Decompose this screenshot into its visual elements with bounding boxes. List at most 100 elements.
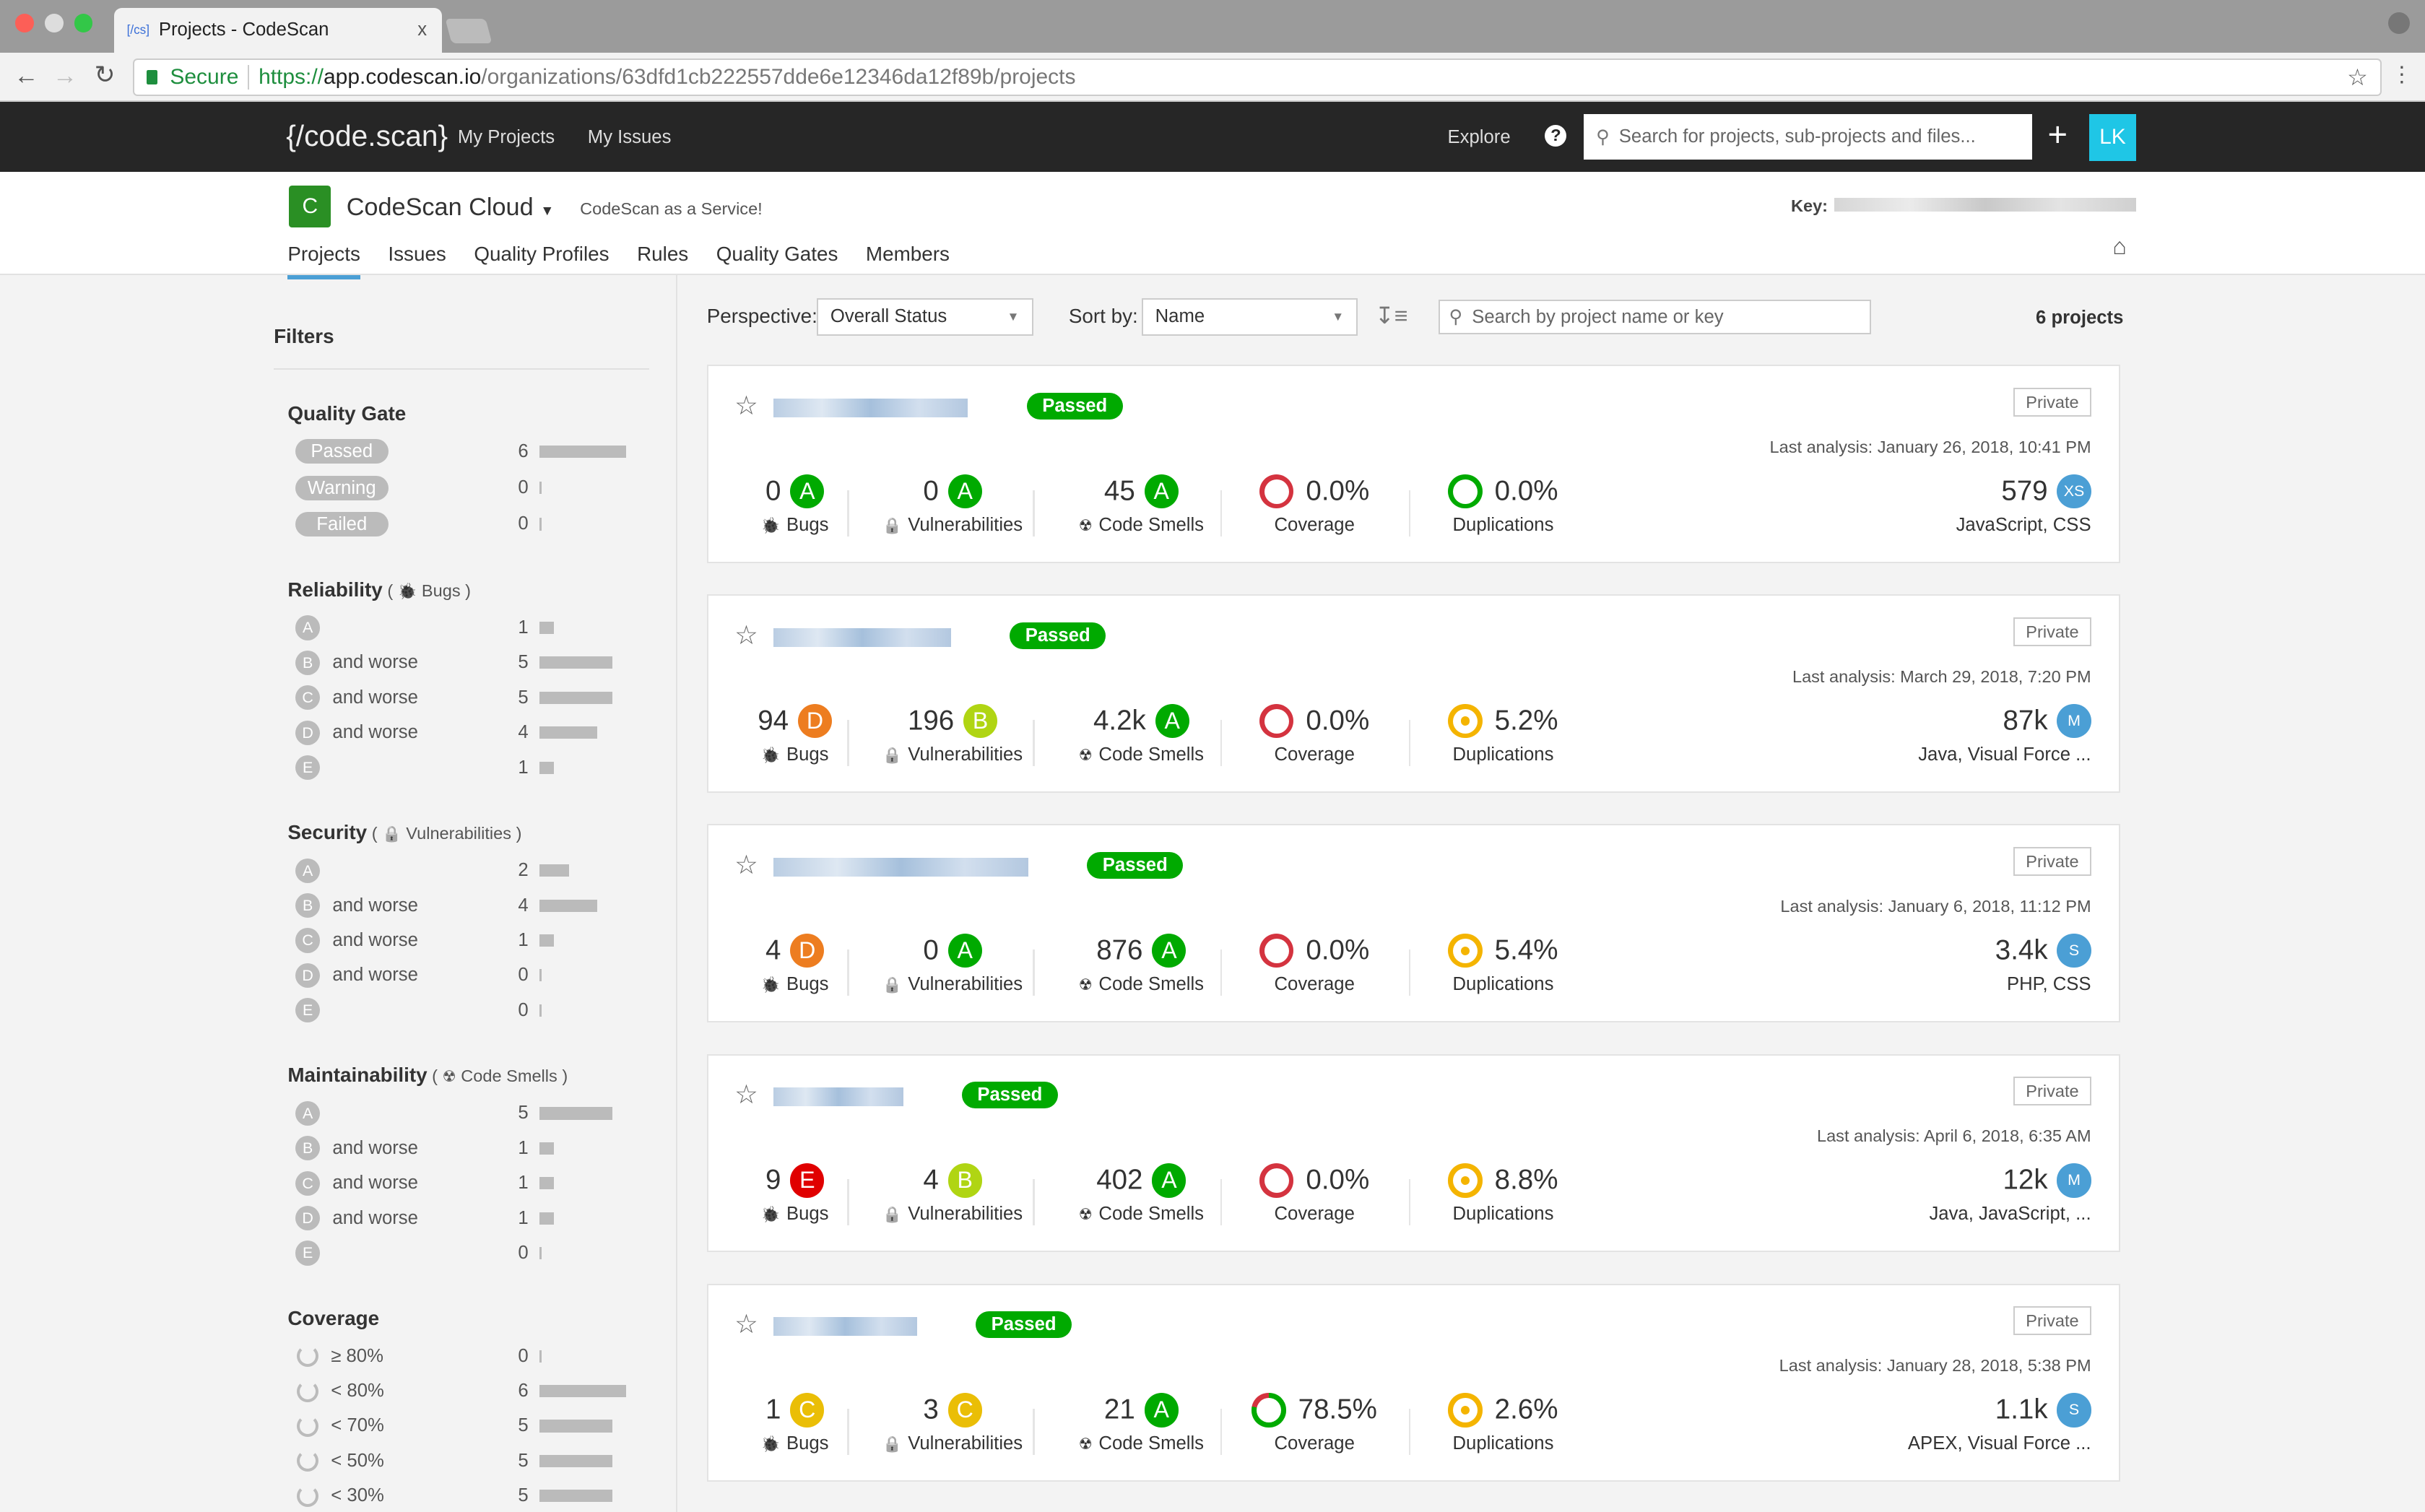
menu-rules[interactable]: Rules <box>637 243 688 279</box>
browser-menu-icon[interactable]: ⋮ <box>2391 62 2413 87</box>
filter-option-reliability-3[interactable]: Dand worse 4 <box>295 717 651 748</box>
filter-option-reliability-0[interactable]: A1 <box>295 612 651 643</box>
favorite-star-icon[interactable]: ☆ <box>734 620 758 651</box>
filter-option-security-3[interactable]: Dand worse 0 <box>295 960 651 991</box>
browser-tab[interactable]: [/cs] Projects - CodeScan x <box>114 7 443 53</box>
filter-option-coverage-0[interactable]: ≥ 80% 0 <box>295 1341 651 1372</box>
bugs-count: 9 <box>765 1164 781 1196</box>
profile-icon[interactable] <box>2387 12 2410 35</box>
vulns-metric[interactable]: 3 C 🔒 Vulnerabilities <box>860 1393 1046 1454</box>
menu-projects[interactable]: Projects <box>287 243 360 280</box>
project-name-link-redacted[interactable] <box>773 628 951 648</box>
close-window-button[interactable] <box>15 14 35 32</box>
metric-label: Vulnerabilities <box>908 1433 1023 1454</box>
menu-issues[interactable]: Issues <box>388 243 446 279</box>
divider <box>1033 490 1035 536</box>
create-plus-button[interactable]: + <box>2047 114 2068 154</box>
nav-explore[interactable]: Explore <box>1448 127 1511 148</box>
favorite-star-icon[interactable]: ☆ <box>734 390 758 421</box>
search-icon: ⚲ <box>1596 126 1610 147</box>
menu-members[interactable]: Members <box>866 243 950 279</box>
perspective-select[interactable]: Overall Status ▼ <box>816 298 1033 336</box>
languages: PHP, CSS <box>2006 974 2091 995</box>
nav-my-issues[interactable]: My Issues <box>588 127 672 148</box>
coverage-ring-icon <box>297 1485 319 1507</box>
smells-metric[interactable]: 4.2k A ☢ Code Smells <box>1049 704 1234 765</box>
coverage-metric[interactable]: 0.0% Coverage <box>1222 474 1407 536</box>
vulns-icon: 🔒 <box>882 1435 902 1454</box>
vulns-metric[interactable]: 0 A 🔒 Vulnerabilities <box>860 474 1046 536</box>
filter-option-reliability-4[interactable]: E1 <box>295 752 651 783</box>
filter-option-security-4[interactable]: E0 <box>295 995 651 1026</box>
filter-option-quality_gate-2[interactable]: Failed 0 <box>295 509 651 540</box>
metric-value-row: 0.0% <box>1410 474 1596 509</box>
project-name-link-redacted[interactable] <box>773 858 1028 877</box>
project-name-link-redacted[interactable] <box>773 1087 903 1107</box>
url-bar[interactable]: Secure https://app.codescan.io/organizat… <box>133 58 2382 96</box>
filter-option-coverage-3[interactable]: < 50% 5 <box>295 1446 651 1477</box>
tab-close-icon[interactable]: x <box>417 19 427 40</box>
coverage-metric[interactable]: 0.0% Coverage <box>1222 704 1407 765</box>
bookmark-star-icon[interactable]: ☆ <box>2347 64 2368 91</box>
filter-option-maintainability-3[interactable]: Dand worse 1 <box>295 1203 651 1234</box>
project-name-link-redacted[interactable] <box>773 399 968 418</box>
reload-icon[interactable]: ↻ <box>95 61 116 90</box>
global-search-input[interactable]: ⚲ Search for projects, sub-projects and f… <box>1583 114 2033 160</box>
codescan-logo[interactable]: {/code.scan} <box>286 119 448 153</box>
forward-icon[interactable]: → <box>53 62 77 90</box>
filter-option-security-2[interactable]: Cand worse 1 <box>295 925 651 956</box>
back-icon[interactable]: ← <box>14 62 38 90</box>
sort-label: Sort by: <box>1068 304 1138 327</box>
sort-direction-icon[interactable]: ↧≡ <box>1375 302 1408 329</box>
filter-option-maintainability-4[interactable]: E0 <box>295 1238 651 1269</box>
sort-select[interactable]: Name ▼ <box>1141 298 1358 336</box>
filter-option-quality_gate-0[interactable]: Passed 6 <box>295 436 651 467</box>
filter-option-coverage-2[interactable]: < 70% 5 <box>295 1411 651 1442</box>
smells-metric[interactable]: 876 A ☢ Code Smells <box>1049 934 1234 995</box>
favorite-star-icon[interactable]: ☆ <box>734 1079 758 1110</box>
new-tab-button[interactable] <box>445 18 493 43</box>
favorite-star-icon[interactable]: ☆ <box>734 849 758 880</box>
filter-title: Coverage <box>287 1306 380 1329</box>
vulns-metric[interactable]: 4 B 🔒 Vulnerabilities <box>860 1163 1046 1225</box>
filter-option-coverage-4[interactable]: < 30% 5 <box>295 1480 651 1511</box>
dup-metric[interactable]: 2.6% Duplications <box>1410 1393 1596 1454</box>
favorite-star-icon[interactable]: ☆ <box>734 1308 758 1339</box>
coverage-metric[interactable]: 0.0% Coverage <box>1222 934 1407 995</box>
smells-metric[interactable]: 402 A ☢ Code Smells <box>1049 1163 1234 1225</box>
menu-quality-profiles[interactable]: Quality Profiles <box>474 243 609 279</box>
filter-option-security-1[interactable]: Band worse 4 <box>295 890 651 921</box>
vulns-metric[interactable]: 0 A 🔒 Vulnerabilities <box>860 934 1046 995</box>
filter-option-reliability-2[interactable]: Cand worse 5 <box>295 682 651 713</box>
filter-option-maintainability-0[interactable]: A5 <box>295 1098 651 1129</box>
bugs-icon: 🐞 <box>760 516 781 534</box>
smells-metric[interactable]: 45 A ☢ Code Smells <box>1049 474 1234 536</box>
size-badge: S <box>2057 934 2091 968</box>
dup-value: 2.6% <box>1494 1394 1558 1425</box>
filter-option-coverage-1[interactable]: < 80% 6 <box>295 1376 651 1407</box>
dup-metric[interactable]: 5.4% Duplications <box>1410 934 1596 995</box>
lines-of-code: 12k <box>2003 1164 2048 1196</box>
coverage-metric[interactable]: 78.5% Coverage <box>1222 1393 1407 1454</box>
filter-option-maintainability-2[interactable]: Cand worse 1 <box>295 1168 651 1199</box>
menu-quality-gates[interactable]: Quality Gates <box>716 243 838 279</box>
vulns-metric[interactable]: 196 B 🔒 Vulnerabilities <box>860 704 1046 765</box>
nav-my-projects[interactable]: My Projects <box>458 127 555 148</box>
org-name-dropdown[interactable]: CodeScan Cloud ▼ <box>347 194 555 222</box>
project-name-link-redacted[interactable] <box>773 1317 917 1337</box>
user-avatar[interactable]: LK <box>2089 114 2136 161</box>
smells-count: 45 <box>1103 475 1135 507</box>
filter-option-maintainability-1[interactable]: Band worse 1 <box>295 1133 651 1164</box>
metric-label: Code Smells <box>1098 974 1205 995</box>
smells-metric[interactable]: 21 A ☢ Code Smells <box>1049 1393 1234 1454</box>
coverage-metric[interactable]: 0.0% Coverage <box>1222 1163 1407 1225</box>
home-icon[interactable]: ⌂ <box>2112 233 2126 260</box>
minimize-window-button[interactable] <box>45 14 64 32</box>
project-search-input[interactable]: ⚲ Search by project name or key <box>1438 300 1872 334</box>
dup-metric[interactable]: 5.2% Duplications <box>1410 704 1596 765</box>
dup-metric[interactable]: 8.8% Duplications <box>1410 1163 1596 1225</box>
dup-metric[interactable]: 0.0% Duplications <box>1410 474 1596 536</box>
filter-option-security-0[interactable]: A2 <box>295 855 651 886</box>
filter-option-quality_gate-1[interactable]: Warning 0 <box>295 472 651 503</box>
filter-option-reliability-1[interactable]: Band worse 5 <box>295 647 651 678</box>
